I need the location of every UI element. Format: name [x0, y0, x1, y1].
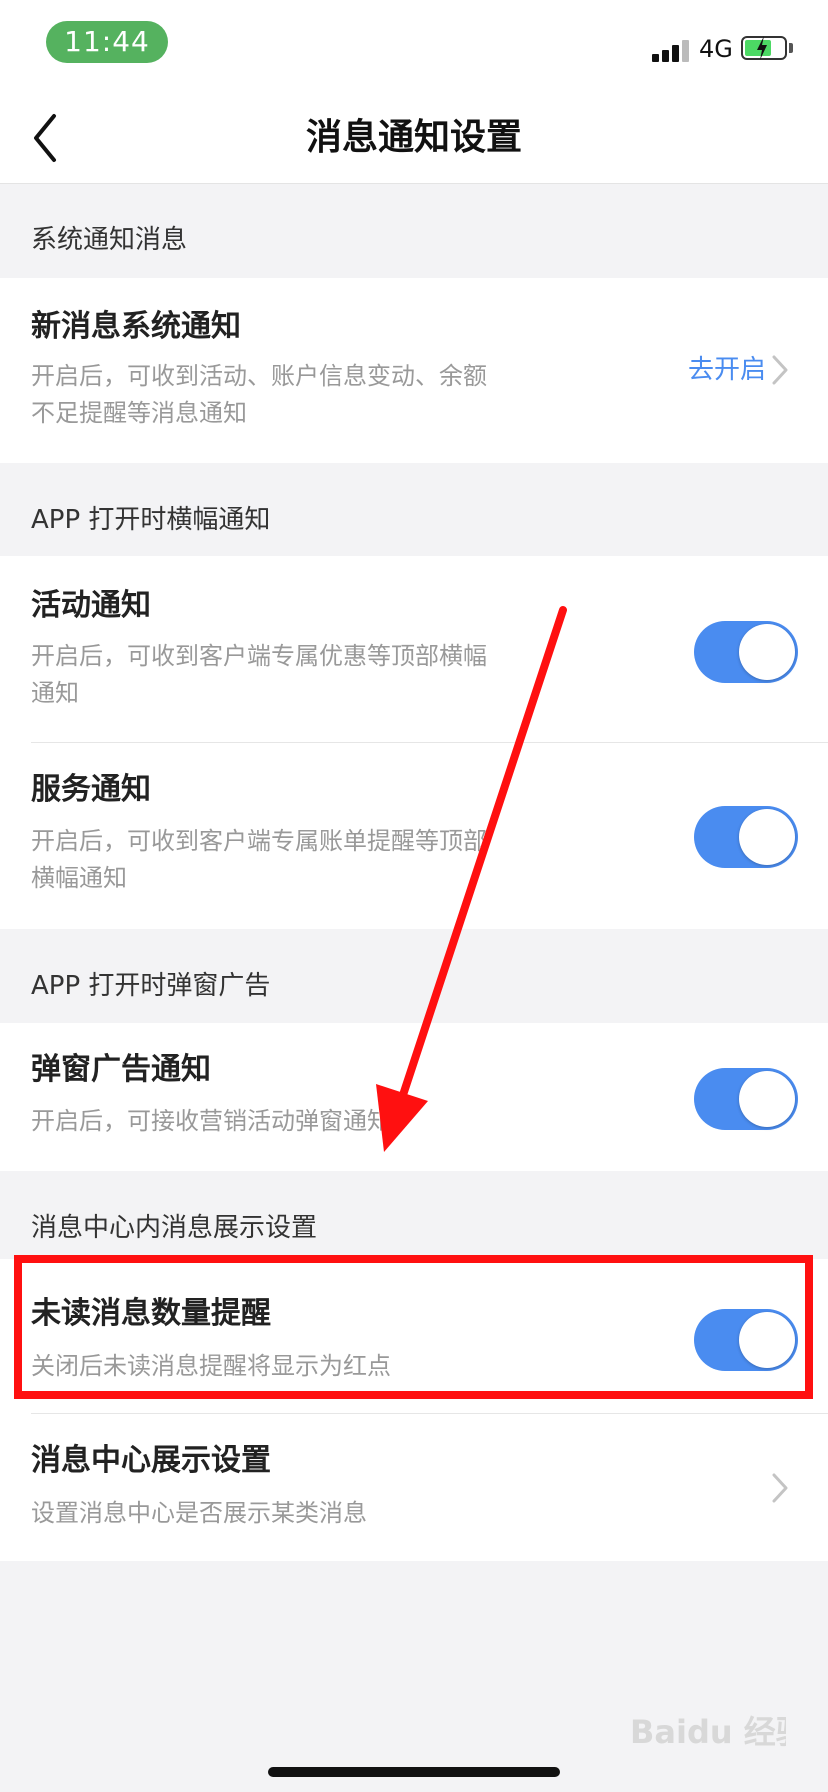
home-indicator[interactable] — [268, 1767, 560, 1777]
battery-charging-icon — [741, 36, 787, 60]
chevron-right-icon — [772, 355, 788, 385]
section-header-popup: APP 打开时弹窗广告 — [0, 929, 828, 1023]
watermark-text: Baidu 经验 — [630, 1713, 786, 1751]
row-desc-line1: 开启后，可收到客户端专属优惠等顶部横幅 — [31, 642, 487, 670]
row-title: 消息中心展示设置 — [31, 1443, 271, 1478]
baidu-jingyan-watermark: Baidu 经验 — [630, 1713, 786, 1751]
section-header-system: 系统通知消息 — [0, 185, 828, 278]
section-header-label: 消息中心内消息展示设置 — [31, 1213, 318, 1243]
battery-tip — [789, 43, 793, 53]
annotation-highlight-box — [14, 1255, 813, 1399]
row-desc-line1: 开启后，可收到活动、账户信息变动、余额 — [31, 362, 487, 390]
status-time: 11:44 — [46, 21, 168, 63]
section-header-label: APP 打开时弹窗广告 — [31, 971, 271, 1001]
row-desc-line1: 开启后，可收到客户端专属账单提醒等顶部 — [31, 827, 487, 855]
row-title: 新消息系统通知 — [31, 309, 241, 344]
page-title: 消息通知设置 — [305, 117, 522, 158]
section-header-label: APP 打开时横幅通知 — [31, 505, 271, 535]
row-desc-line1: 设置消息中心是否展示某类消息 — [31, 1499, 367, 1527]
status-bar: 11:44 4G — [0, 0, 828, 92]
activity-notice-toggle[interactable] — [694, 621, 798, 683]
row-new-message-system-notice[interactable]: 新消息系统通知 开启后，可收到活动、账户信息变动、余额 不足提醒等消息通知 去开… — [0, 278, 828, 463]
row-title: 弹窗广告通知 — [31, 1052, 211, 1087]
row-activity-notice: 活动通知 开启后，可收到客户端专属优惠等顶部横幅 通知 — [0, 556, 828, 743]
enable-link[interactable]: 去开启 — [688, 352, 766, 388]
service-notice-toggle[interactable] — [694, 806, 798, 868]
chevron-right-icon — [772, 1473, 788, 1503]
section-header-label: 系统通知消息 — [31, 225, 188, 255]
popup-ad-toggle[interactable] — [694, 1068, 798, 1130]
row-title: 活动通知 — [31, 588, 151, 623]
signal-icon — [652, 38, 692, 62]
row-message-center-display[interactable]: 消息中心展示设置 设置消息中心是否展示某类消息 — [0, 1414, 828, 1561]
network-type: 4G — [699, 35, 733, 63]
row-desc-line2: 横幅通知 — [31, 864, 127, 892]
row-desc-line2: 不足提醒等消息通知 — [31, 399, 247, 427]
row-desc-line2: 通知 — [31, 679, 79, 707]
section-header-message-center: 消息中心内消息展示设置 — [0, 1171, 828, 1259]
row-title: 服务通知 — [31, 772, 151, 807]
row-popup-ad-notice: 弹窗广告通知 开启后，可接收营销活动弹窗通知 — [0, 1023, 828, 1171]
nav-bar: 消息通知设置 — [0, 92, 828, 184]
row-desc-line1: 开启后，可接收营销活动弹窗通知 — [31, 1107, 391, 1135]
section-header-banner: APP 打开时横幅通知 — [0, 463, 828, 556]
row-service-notice: 服务通知 开启后，可收到客户端专属账单提醒等顶部 横幅通知 — [0, 743, 828, 929]
